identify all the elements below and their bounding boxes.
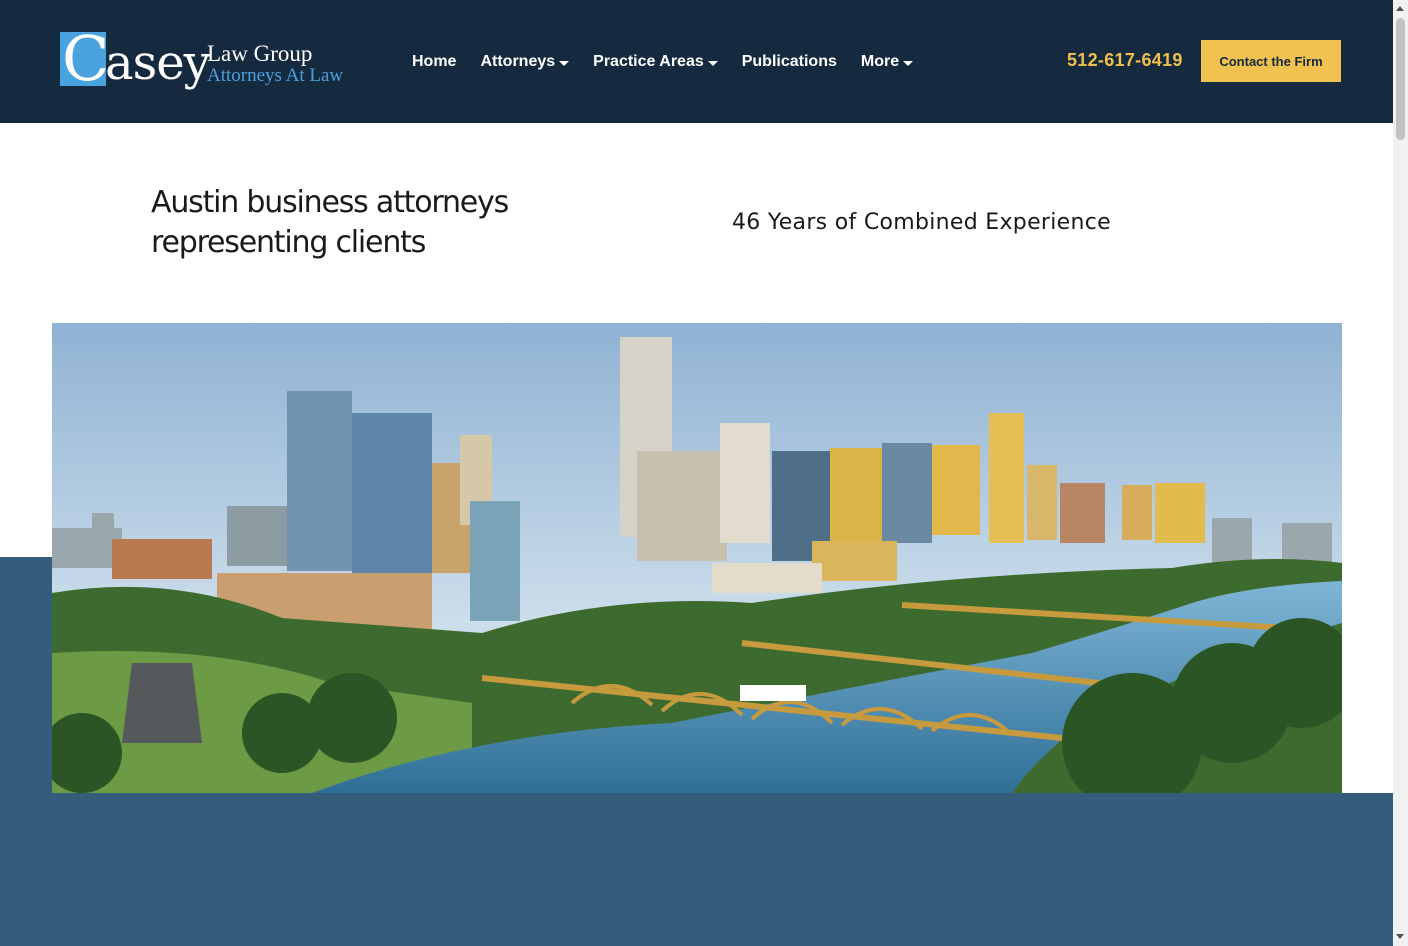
caret-down-icon (707, 60, 718, 66)
nav-publications[interactable]: Publications (742, 53, 837, 71)
nav-home-label: Home (412, 53, 457, 70)
caret-down-icon (903, 60, 914, 66)
logo-line2: Attorneys At Law (207, 65, 344, 86)
phone-link[interactable]: 512-617-6419 (1067, 50, 1183, 71)
nav-attorneys-label: Attorneys (480, 53, 556, 70)
nav-publications-label: Publications (741, 53, 837, 70)
scroll-down-arrow-icon[interactable] (1396, 934, 1404, 939)
nav-practice-areas-label: Practice Areas (593, 53, 704, 70)
austin-skyline-image (52, 323, 1342, 793)
nav-attorneys[interactable]: Attorneys (480, 53, 570, 71)
nav-home[interactable]: Home (412, 53, 456, 71)
logo-line1: Law Group (207, 41, 313, 66)
logo-name: asey (105, 35, 211, 91)
nav-practice-areas[interactable]: Practice Areas (593, 53, 718, 71)
accent-band-bottom (0, 793, 1393, 946)
caret-down-icon (559, 60, 570, 66)
contact-firm-button[interactable]: Contact the Firm (1201, 40, 1341, 82)
page-scrollbar[interactable] (1393, 0, 1408, 946)
logo-letter: C (62, 22, 110, 95)
site-header: C asey Law Group Attorneys At Law Home A… (0, 0, 1393, 123)
nav-more-label: More (860, 53, 900, 70)
scrollbar-thumb[interactable] (1396, 18, 1405, 140)
scroll-up-arrow-icon[interactable] (1396, 6, 1404, 11)
hero-headline: Austin business attorneys representing c… (151, 185, 509, 260)
main-nav: Home Attorneys Practice Areas Publicatio… (412, 52, 937, 72)
page: C asey Law Group Attorneys At Law Home A… (0, 0, 1393, 946)
logo[interactable]: C asey Law Group Attorneys At Law (60, 24, 360, 94)
nav-more[interactable]: More (860, 53, 914, 71)
experience-heading: 46 Years of Combined Experience (732, 210, 1111, 235)
